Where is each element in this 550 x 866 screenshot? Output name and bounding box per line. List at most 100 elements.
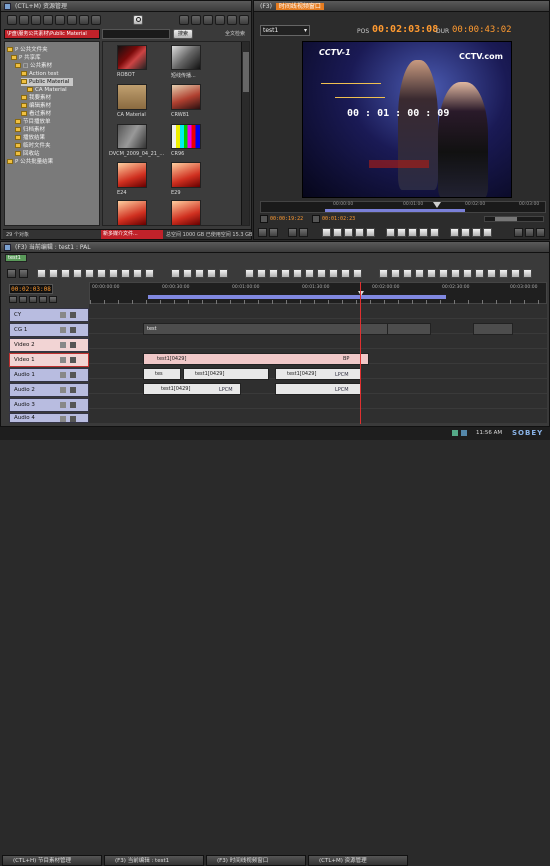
track-header-video1[interactable]: Video 1 [9, 353, 89, 367]
tool-button[interactable] [281, 269, 290, 278]
tree-item[interactable]: □ 公共素材 [15, 62, 52, 70]
tool-button[interactable] [145, 269, 154, 278]
tray-icon[interactable] [461, 430, 467, 436]
taskbar-item[interactable]: (CTL+M) 资源管理 [308, 855, 408, 866]
tool-button[interactable] [49, 269, 58, 278]
taskbar-item[interactable]: (CTL+H) 节目素材管理 [2, 855, 102, 866]
tree-item[interactable]: 临时文件夹 [15, 142, 51, 150]
transport-button[interactable] [258, 228, 267, 237]
tool-button[interactable] [415, 269, 424, 278]
lock-icon[interactable] [60, 416, 66, 422]
tree-item[interactable]: 回收站 [15, 150, 40, 158]
tool-button-14[interactable] [239, 15, 249, 25]
visibility-icon[interactable] [70, 312, 76, 318]
zoom-button[interactable] [19, 296, 27, 303]
viewer-playhead[interactable] [433, 202, 441, 208]
fulltext-search-button[interactable]: 全文检索 [225, 29, 251, 39]
in-out-range[interactable] [325, 209, 465, 212]
tool-button[interactable] [427, 269, 436, 278]
tool-button[interactable] [61, 269, 70, 278]
tool-button[interactable] [341, 269, 350, 278]
tool-button-3[interactable] [31, 15, 41, 25]
search-input[interactable] [102, 29, 170, 39]
tree-item[interactable]: 节目播放单 [15, 118, 51, 126]
lock-icon[interactable] [60, 327, 66, 333]
ruler-playhead-marker[interactable] [358, 291, 364, 296]
tool-button[interactable] [439, 269, 448, 278]
track-header-audio3[interactable]: Audio 3 [9, 398, 89, 412]
visibility-icon[interactable] [70, 327, 76, 333]
tree-item-selected[interactable]: Public Material [21, 78, 74, 86]
tool-button[interactable] [85, 269, 94, 278]
tool-button[interactable] [353, 269, 362, 278]
tool-button-6[interactable] [67, 15, 77, 25]
zoom-button[interactable] [29, 296, 37, 303]
tool-button[interactable] [379, 269, 388, 278]
tree-item[interactable]: 我要素材 [21, 94, 51, 102]
tool-button-8[interactable] [91, 15, 101, 25]
video-frame[interactable]: CCTV-1 CCTV.com 00 : 01 : 00 : 09 [302, 41, 512, 198]
tool-button-9[interactable] [179, 15, 189, 25]
thumbnail-clip[interactable] [171, 45, 201, 70]
mark-out-button[interactable] [312, 215, 320, 223]
in-out-range[interactable] [148, 295, 446, 299]
search-button[interactable]: 搜索 [173, 29, 193, 39]
tree-item[interactable]: 播放结果 [15, 134, 45, 142]
viewer-hscroll[interactable] [484, 216, 544, 222]
speaker-icon[interactable] [70, 372, 76, 378]
timeline-clip[interactable] [473, 323, 513, 335]
transport-button[interactable] [288, 228, 297, 237]
transport-button[interactable] [355, 228, 364, 237]
lock-icon[interactable] [60, 342, 66, 348]
transport-button[interactable] [333, 228, 342, 237]
play-button[interactable] [408, 228, 417, 237]
transport-button[interactable] [344, 228, 353, 237]
zoom-button[interactable] [49, 296, 57, 303]
tool-button[interactable] [207, 269, 216, 278]
taskbar-item[interactable]: (F3) 当前编辑 : test1 [104, 855, 204, 866]
tree-item[interactable]: P 共享库 [11, 54, 41, 62]
tool-button[interactable] [269, 269, 278, 278]
timeline-clip[interactable]: test [143, 323, 415, 335]
track-area[interactable]: test test1[0429] BP tes test1[0429] test… [89, 282, 547, 424]
tool-button[interactable] [37, 269, 46, 278]
thumbnail-clip[interactable] [171, 84, 201, 110]
thumbnail-color-bars[interactable] [171, 124, 201, 149]
transport-button[interactable] [366, 228, 375, 237]
tool-button[interactable] [305, 269, 314, 278]
tool-button[interactable] [133, 269, 142, 278]
tool-button[interactable] [463, 269, 472, 278]
tool-button[interactable] [487, 269, 496, 278]
thumbnail-clip[interactable] [171, 162, 201, 188]
lock-icon[interactable] [60, 402, 66, 408]
timeline-timecode[interactable]: 00:02:03:08 [9, 284, 53, 294]
thumbnail-clip[interactable] [117, 124, 147, 149]
timeline-ruler[interactable]: 00:00:00:00 00:00:30:00 00:01:00:00 00:0… [89, 282, 547, 304]
timeline-clip[interactable] [387, 323, 431, 335]
tool-button[interactable] [391, 269, 400, 278]
transport-button[interactable] [450, 228, 459, 237]
fast-forward-button[interactable] [430, 228, 439, 237]
tool-button[interactable] [73, 269, 82, 278]
thumbnail-clip[interactable] [117, 200, 147, 225]
redo-button[interactable] [183, 269, 192, 278]
tool-button-7[interactable] [79, 15, 89, 25]
tool-button[interactable] [257, 269, 266, 278]
tool-button-1[interactable] [7, 15, 17, 25]
step-forward-button[interactable] [419, 228, 428, 237]
speaker-icon[interactable] [70, 402, 76, 408]
tool-button[interactable] [109, 269, 118, 278]
clip-select[interactable]: test1 ▾ [260, 25, 310, 36]
tool-button[interactable] [499, 269, 508, 278]
transport-button[interactable] [514, 228, 523, 237]
scrollbar-thumb[interactable] [495, 217, 517, 221]
tool-button[interactable] [329, 269, 338, 278]
lock-icon[interactable] [60, 387, 66, 393]
search-tool-button[interactable] [133, 15, 143, 25]
viewer-ruler[interactable]: 00:00:00 00:01:00 00:02:00 00:03:00 [260, 201, 546, 213]
transport-button[interactable] [322, 228, 331, 237]
tool-button[interactable] [475, 269, 484, 278]
tool-button[interactable] [403, 269, 412, 278]
browser-titlebar[interactable]: (CTL+M) 资源管理 [1, 1, 251, 12]
mark-in-button[interactable] [260, 215, 268, 223]
